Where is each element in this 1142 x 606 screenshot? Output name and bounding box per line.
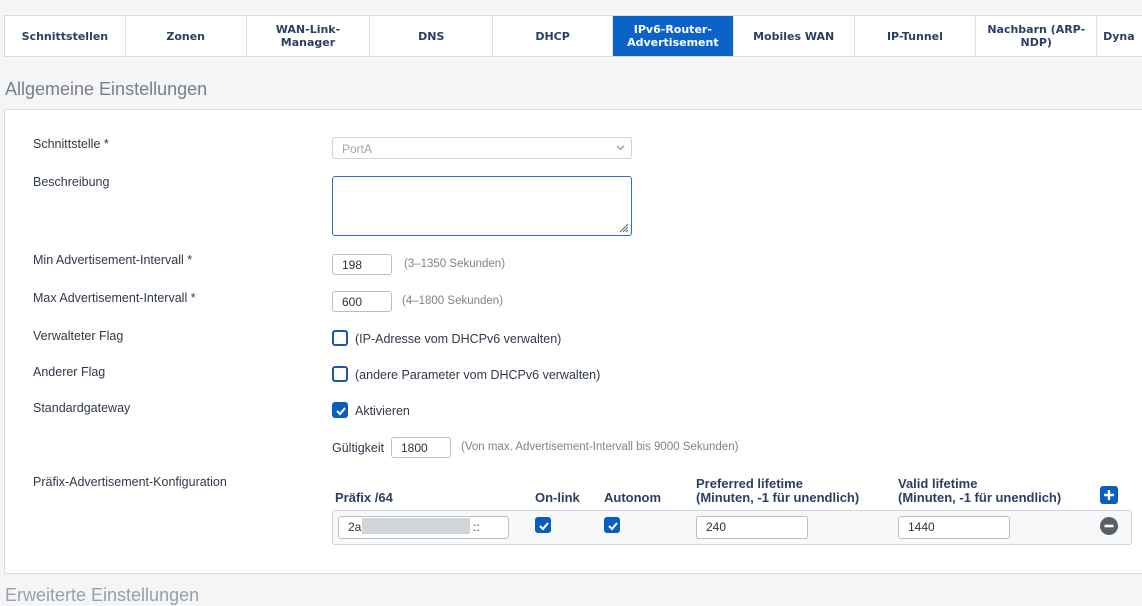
header-autonom: Autonom (604, 490, 662, 505)
default-gateway-text: Aktivieren (355, 404, 410, 418)
redacted-prefix-mask (362, 518, 470, 534)
next-section-title: Erweiterte Einstellungen (5, 585, 200, 605)
header-prefix: Präfix /64 (335, 490, 393, 505)
plus-icon (1104, 490, 1114, 500)
tab-ip-tunnel[interactable]: IP-Tunnel (855, 16, 977, 56)
other-flag-text: (andere Parameter vom DHCPv6 verwalten) (355, 368, 601, 382)
tab-bar: Schnittstellen Zonen WAN-Link-Manager DN… (4, 15, 1142, 57)
checkmark-icon (608, 522, 618, 531)
preferred-lifetime-input[interactable]: 240 (696, 516, 808, 539)
interface-label: Schnittstelle * (33, 137, 109, 151)
tab-wan-link-manager[interactable]: WAN-Link-Manager (247, 16, 371, 56)
tab-zonen[interactable]: Zonen (126, 16, 247, 56)
chevron-down-icon (616, 145, 625, 151)
interface-value: PortA (342, 142, 373, 156)
section-title: Allgemeine Einstellungen (5, 79, 208, 99)
checkmark-icon (336, 407, 346, 416)
min-interval-input[interactable]: 198 (332, 254, 392, 275)
default-gateway-label: Standardgateway (33, 401, 131, 415)
default-gateway-checkbox[interactable] (332, 402, 348, 418)
minus-icon (1104, 524, 1114, 528)
managed-flag-label: Verwalteter Flag (33, 329, 124, 343)
min-interval-hint: (3–1350 Sekunden) (404, 258, 506, 270)
max-interval-input[interactable]: 600 (332, 291, 392, 312)
header-valid-line2: (Minuten, -1 für unendlich) (898, 490, 1062, 505)
description-textarea[interactable] (332, 176, 632, 236)
add-prefix-button[interactable] (1100, 486, 1118, 504)
tab-dyna[interactable]: Dyna (1097, 16, 1142, 56)
description-label: Beschreibung (33, 175, 110, 189)
tab-schnittstellen[interactable]: Schnittstellen (5, 16, 126, 56)
tab-ipv6-router-advertisement[interactable]: IPv6-Router-Advertisement (612, 16, 734, 56)
max-interval-hint: (4–1800 Sekunden) (402, 295, 504, 307)
min-interval-label: Min Advertisement-Intervall * (33, 253, 193, 267)
onlink-checkbox[interactable] (535, 517, 551, 533)
tab-dhcp[interactable]: DHCP (493, 16, 613, 56)
validity-label: Gültigkeit (332, 441, 385, 455)
autonom-checkbox[interactable] (604, 517, 620, 533)
header-valid-line1: Valid lifetime (898, 476, 978, 491)
header-onlink: On-link (535, 490, 580, 505)
header-preferred-line1: Preferred lifetime (696, 476, 803, 491)
other-flag-checkbox[interactable] (332, 366, 348, 382)
tab-dns[interactable]: DNS (370, 16, 494, 56)
managed-flag-text: (IP-Adresse vom DHCPv6 verwalten) (355, 332, 562, 346)
interface-select[interactable]: PortA (332, 137, 632, 159)
checkmark-icon (539, 522, 549, 531)
validity-hint: (Von max. Advertisement-Intervall bis 90… (461, 441, 739, 453)
tab-mobiles-wan[interactable]: Mobiles WAN (734, 16, 855, 56)
prefix-end: :: (473, 520, 480, 534)
prefix-start: 2a (348, 520, 362, 534)
other-flag-label: Anderer Flag (33, 365, 106, 379)
header-preferred-line2: (Minuten, -1 für unendlich) (696, 490, 860, 505)
managed-flag-checkbox[interactable] (332, 330, 348, 346)
prefix-config-label: Präfix-Advertisement-Konfiguration (33, 475, 227, 489)
header-valid-lifetime: Valid lifetime (Minuten, -1 für unendlic… (898, 477, 1061, 505)
tab-nachbarn[interactable]: Nachbarn (ARP-NDP) (976, 16, 1098, 56)
valid-lifetime-input[interactable]: 1440 (898, 516, 1010, 539)
header-preferred-lifetime: Preferred lifetime (Minuten, -1 für unen… (696, 477, 859, 505)
max-interval-label: Max Advertisement-Intervall * (33, 291, 196, 305)
validity-input[interactable]: 1800 (391, 437, 451, 458)
resize-grip-icon[interactable] (619, 223, 629, 233)
remove-prefix-button[interactable] (1100, 517, 1118, 535)
